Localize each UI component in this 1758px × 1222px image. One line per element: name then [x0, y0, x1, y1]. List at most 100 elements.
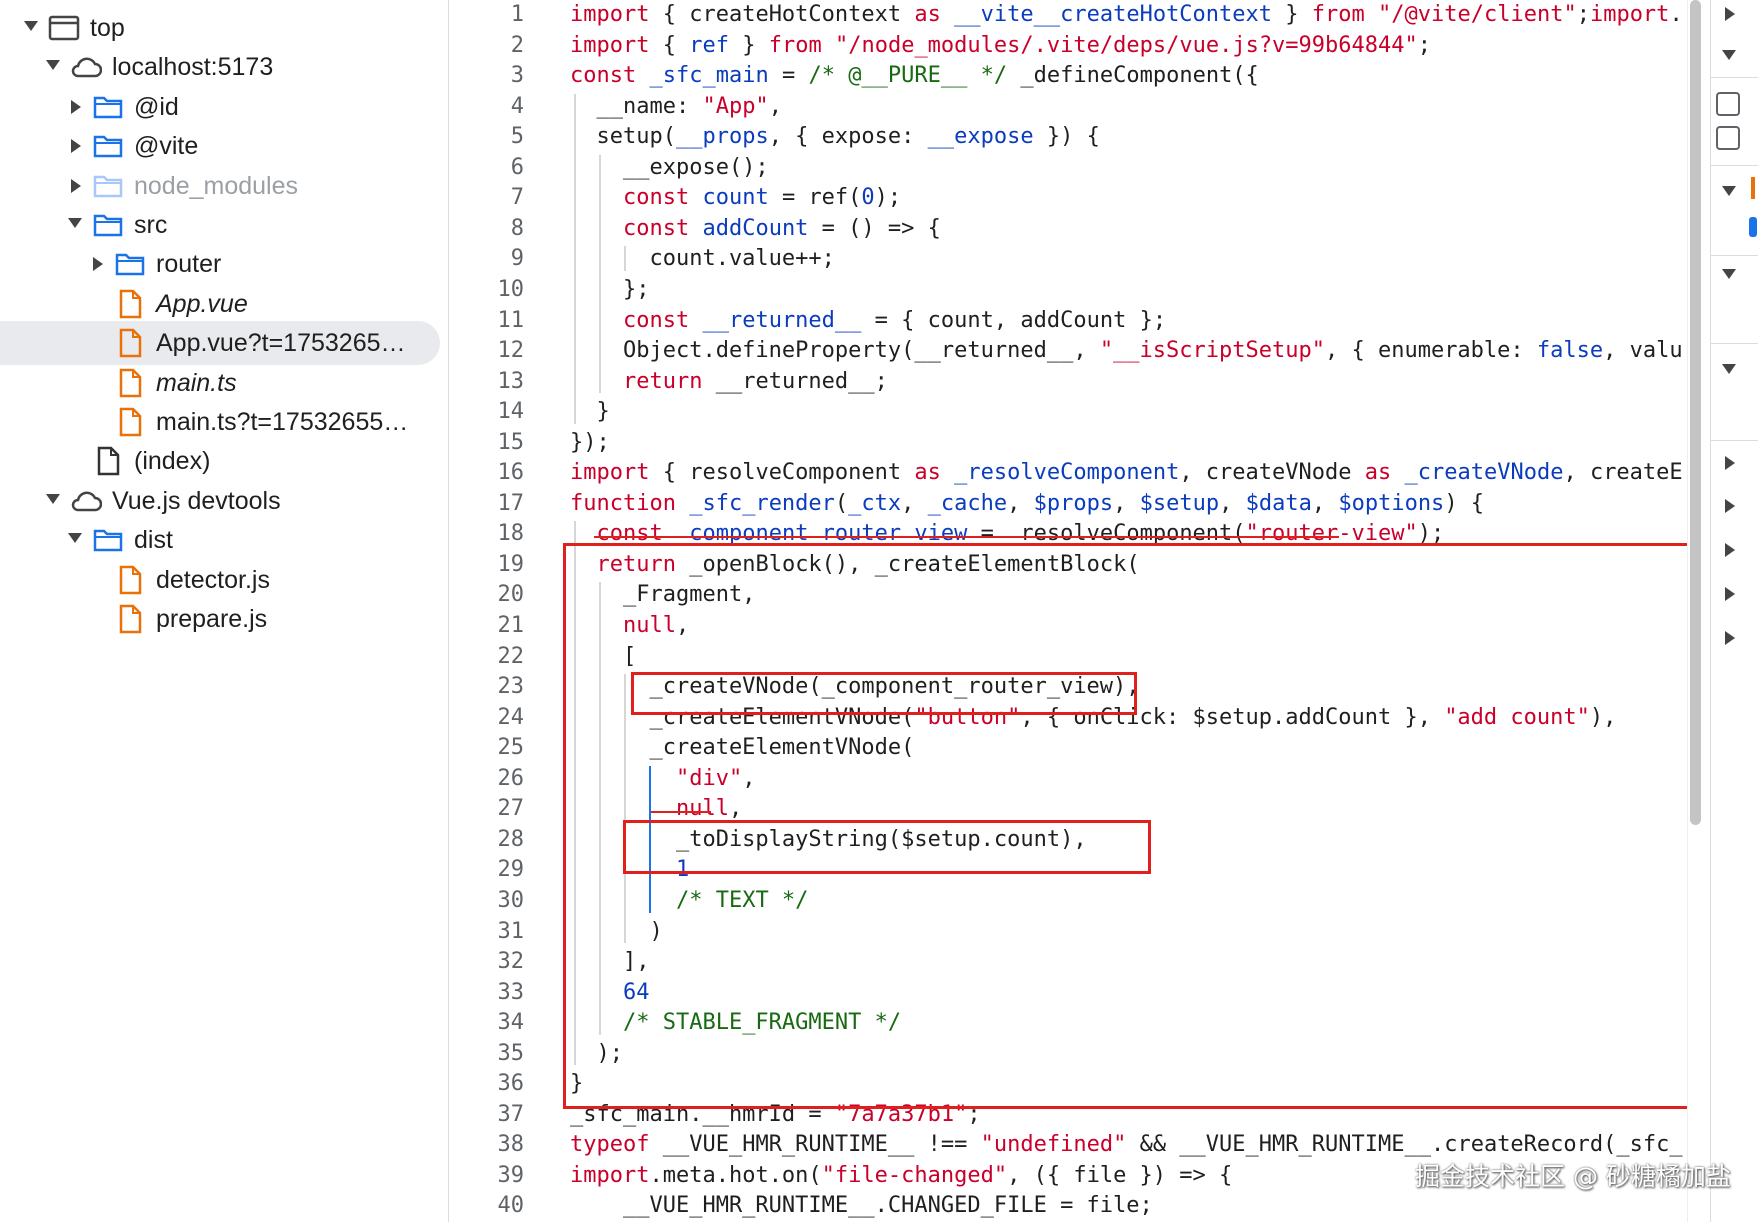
line-number[interactable]: 34: [449, 1007, 525, 1038]
code-line[interactable]: 3 const _sfc_main = /* @__PURE__ */ _defi…: [449, 60, 1689, 91]
line-number[interactable]: 6: [449, 152, 524, 183]
line-number[interactable]: 35: [449, 1038, 525, 1069]
tree-item[interactable]: top: [0, 6, 440, 50]
tree-item[interactable]: @vite: [0, 124, 440, 168]
tree-item[interactable]: dist: [0, 518, 440, 562]
collapsed-arrow-icon[interactable]: [71, 139, 81, 154]
code-line[interactable]: 14 }: [449, 396, 1689, 427]
line-number[interactable]: 17: [449, 488, 525, 519]
code-line[interactable]: 9 count.value++;: [449, 243, 1689, 274]
expanded-arrow-icon[interactable]: [46, 60, 60, 71]
code-line[interactable]: 10 };: [449, 274, 1689, 305]
line-number[interactable]: 31: [449, 916, 525, 947]
tree-item[interactable]: App.vue?t=1753265…: [0, 321, 440, 366]
collapse-triangle-icon[interactable]: [1722, 186, 1736, 196]
checked-checkbox-icon[interactable]: [1749, 217, 1757, 237]
line-number[interactable]: 19: [449, 549, 525, 580]
tree-item[interactable]: App.vue: [0, 282, 440, 326]
line-number[interactable]: 21: [449, 610, 525, 641]
line-number[interactable]: 27: [449, 793, 525, 824]
tree-item[interactable]: localhost:5173: [0, 45, 440, 89]
code-line[interactable]: 1 import { createHotContext as __vite__cr…: [449, 0, 1689, 30]
tree-item[interactable]: @id: [0, 85, 440, 129]
expanded-arrow-icon[interactable]: [68, 533, 82, 544]
line-number[interactable]: 24: [449, 702, 525, 733]
code-line[interactable]: 13 return __returned__;: [449, 366, 1689, 397]
collapse-triangle-icon[interactable]: [1722, 269, 1736, 279]
tree-item-label: src: [134, 211, 168, 239]
expand-triangle-icon[interactable]: [1725, 456, 1735, 470]
line-number[interactable]: 11: [449, 305, 525, 336]
line-number[interactable]: 32: [449, 946, 525, 977]
code-line[interactable]: 16 import { resolveComponent as _resolveC…: [449, 457, 1689, 488]
code-line[interactable]: 12 Object.defineProperty(__returned__, "…: [449, 335, 1689, 366]
line-number[interactable]: 36: [449, 1068, 525, 1099]
expanded-arrow-icon[interactable]: [46, 493, 60, 504]
line-number[interactable]: 1: [449, 0, 524, 30]
expand-triangle-icon[interactable]: [1725, 7, 1735, 21]
line-number[interactable]: 7: [449, 182, 524, 213]
code-line[interactable]: 8 const addCount = () => {: [449, 213, 1689, 244]
expand-triangle-icon[interactable]: [1725, 587, 1735, 601]
line-number[interactable]: 8: [449, 213, 524, 244]
line-number[interactable]: 28: [449, 824, 525, 855]
tree-item[interactable]: (index): [0, 439, 440, 483]
tree-item[interactable]: src: [0, 203, 440, 247]
code-line[interactable]: 15});: [449, 427, 1689, 458]
line-number[interactable]: 5: [449, 121, 524, 152]
line-number[interactable]: 3: [449, 60, 524, 91]
expand-triangle-icon[interactable]: [1725, 631, 1735, 645]
collapse-triangle-icon[interactable]: [1722, 364, 1736, 374]
collapsed-arrow-icon[interactable]: [93, 257, 103, 272]
line-number[interactable]: 30: [449, 885, 525, 916]
line-number[interactable]: 12: [449, 335, 525, 366]
tree-item[interactable]: prepare.js: [0, 597, 440, 641]
tree-item[interactable]: detector.js: [0, 558, 440, 602]
collapse-triangle-icon[interactable]: [1722, 50, 1736, 60]
line-number[interactable]: 37: [449, 1099, 525, 1130]
expand-triangle-icon[interactable]: [1725, 543, 1735, 557]
code-line[interactable]: 4 __name: "App",: [449, 91, 1689, 122]
tree-item[interactable]: main.ts?t=17532655…: [0, 400, 440, 444]
line-number[interactable]: 40: [449, 1190, 525, 1221]
line-number[interactable]: 15: [449, 427, 525, 458]
collapsed-arrow-icon[interactable]: [71, 99, 81, 114]
expanded-arrow-icon[interactable]: [24, 21, 38, 31]
code-line[interactable]: 17 function _sfc_render(_ctx, _cache, $pr…: [449, 488, 1689, 519]
checkbox[interactable]: [1716, 126, 1740, 150]
line-number[interactable]: 26: [449, 763, 525, 794]
code-line[interactable]: 6 __expose();: [449, 152, 1689, 183]
expand-triangle-icon[interactable]: [1725, 499, 1735, 513]
line-number[interactable]: 20: [449, 579, 525, 610]
line-number[interactable]: 9: [449, 243, 524, 274]
checkbox[interactable]: [1716, 92, 1740, 116]
code-line[interactable]: 38 typeof __VUE_HMR_RUNTIME__ !== "undefi…: [449, 1129, 1689, 1160]
collapsed-arrow-icon[interactable]: [71, 178, 81, 193]
line-number[interactable]: 2: [449, 30, 524, 61]
tree-item[interactable]: router: [0, 242, 440, 286]
line-number[interactable]: 16: [449, 457, 525, 488]
line-number[interactable]: 23: [449, 671, 525, 702]
tree-item[interactable]: node_modules: [0, 164, 440, 208]
line-number[interactable]: 13: [449, 366, 525, 397]
code-line[interactable]: 11 const __returned__ = { count, addCoun…: [449, 305, 1689, 336]
editor-scrollbar-thumb[interactable]: [1690, 0, 1701, 825]
line-number[interactable]: 38: [449, 1129, 525, 1160]
line-number[interactable]: 39: [449, 1160, 525, 1191]
code-line[interactable]: 40 __VUE_HMR_RUNTIME__.CHANGED_FILE = fi…: [449, 1190, 1689, 1221]
line-number[interactable]: 22: [449, 641, 525, 672]
line-number[interactable]: 33: [449, 977, 525, 1008]
code-line[interactable]: 2 import { ref } from "/node_modules/.vit…: [449, 30, 1689, 61]
line-number[interactable]: 10: [449, 274, 525, 305]
line-number[interactable]: 29: [449, 854, 525, 885]
line-number[interactable]: 14: [449, 396, 525, 427]
code-line[interactable]: 7 const count = ref(0);: [449, 182, 1689, 213]
line-number[interactable]: 25: [449, 732, 525, 763]
tree-item[interactable]: main.ts: [0, 361, 440, 405]
code-editor[interactable]: 1 import { createHotContext as __vite__cr…: [449, 0, 1689, 1222]
line-number[interactable]: 18: [449, 518, 525, 549]
code-line[interactable]: 5 setup(__props, { expose: __expose }) {: [449, 121, 1689, 152]
expanded-arrow-icon[interactable]: [68, 218, 82, 228]
line-number[interactable]: 4: [449, 91, 524, 122]
tree-item[interactable]: Vue.js devtools: [0, 479, 440, 523]
